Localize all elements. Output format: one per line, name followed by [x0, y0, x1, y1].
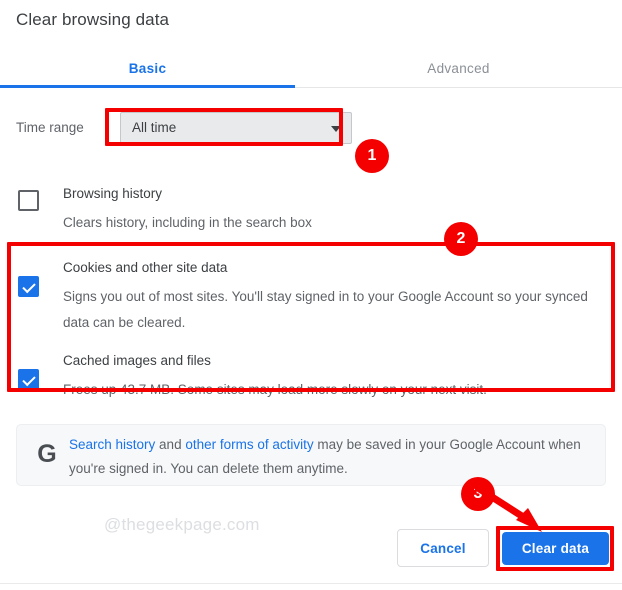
- google-notice-text: Search history and other forms of activi…: [69, 433, 589, 481]
- annotation-badge-3: 3: [461, 477, 495, 511]
- annotation-highlight-clear-data: [496, 526, 614, 571]
- clear-browsing-data-dialog: Clear browsing data Basic Advanced Time …: [0, 0, 622, 590]
- search-history-link[interactable]: Search history: [69, 437, 155, 452]
- footer-divider: [0, 583, 622, 584]
- annotation-badge-2: 2: [444, 222, 478, 256]
- tab-basic[interactable]: Basic: [0, 50, 295, 88]
- tab-active-indicator: [0, 85, 295, 88]
- annotation-highlight-checkboxes: [7, 242, 615, 392]
- watermark: @thegeekpage.com: [104, 515, 260, 534]
- option-description-browsing-history: Clears history, including in the search …: [63, 215, 312, 230]
- page-title: Clear browsing data: [16, 10, 170, 29]
- google-account-notice: G Search history and other forms of acti…: [16, 424, 606, 486]
- other-forms-of-activity-link[interactable]: other forms of activity: [185, 437, 313, 452]
- cancel-button[interactable]: Cancel: [397, 529, 489, 567]
- notice-conjunction: and: [155, 437, 186, 452]
- tabstrip: Basic Advanced: [0, 50, 622, 89]
- tab-advanced[interactable]: Advanced: [295, 50, 622, 88]
- checkbox-browsing-history[interactable]: [18, 190, 39, 211]
- google-g-icon: G: [37, 440, 57, 468]
- annotation-badge-1: 1: [355, 139, 389, 173]
- annotation-highlight-time-range: [105, 108, 343, 146]
- option-row-browsing-history[interactable]: Browsing history Clears history, includi…: [18, 186, 608, 236]
- time-range-label: Time range: [16, 120, 84, 135]
- option-title-browsing-history: Browsing history: [63, 186, 163, 201]
